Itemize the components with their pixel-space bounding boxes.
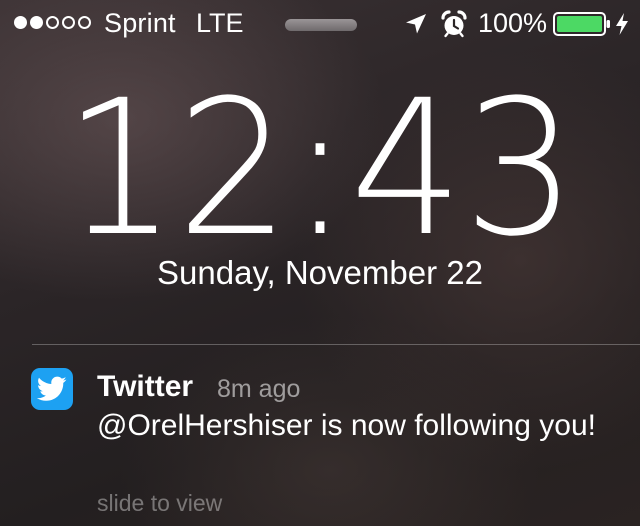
signal-dot-empty <box>78 16 91 29</box>
signal-dot-empty <box>46 16 59 29</box>
lock-screen-clock: 12:43 <box>63 59 577 278</box>
signal-strength-indicator <box>14 16 91 29</box>
network-type: LTE <box>196 8 244 38</box>
status-bar: Sprint LTE 100% <box>0 0 640 48</box>
lock-screen-date: Sunday, November 22 <box>157 254 483 291</box>
carrier-name: Sprint <box>104 8 176 38</box>
slide-to-view-hint: slide to view <box>97 490 223 516</box>
signal-dot-filled <box>14 16 27 29</box>
twitter-notification[interactable]: Twitter 8m ago @OrelHershiser is now fol… <box>0 344 640 526</box>
notification-app-name: Twitter <box>97 370 194 403</box>
notification-center-grabber[interactable] <box>285 19 357 31</box>
signal-dot-filled <box>30 16 43 29</box>
battery-percentage: 100% <box>478 8 548 38</box>
notification-message: @OrelHershiser is now following you! <box>97 409 596 442</box>
alarm-clock-icon <box>441 10 467 38</box>
battery-icon <box>553 12 610 36</box>
location-arrow-icon <box>406 14 426 34</box>
twitter-bird-icon <box>37 376 67 401</box>
signal-dot-empty <box>62 16 75 29</box>
notification-timestamp: 8m ago <box>217 375 301 403</box>
twitter-app-icon <box>31 368 73 410</box>
charging-bolt-icon <box>616 13 628 35</box>
